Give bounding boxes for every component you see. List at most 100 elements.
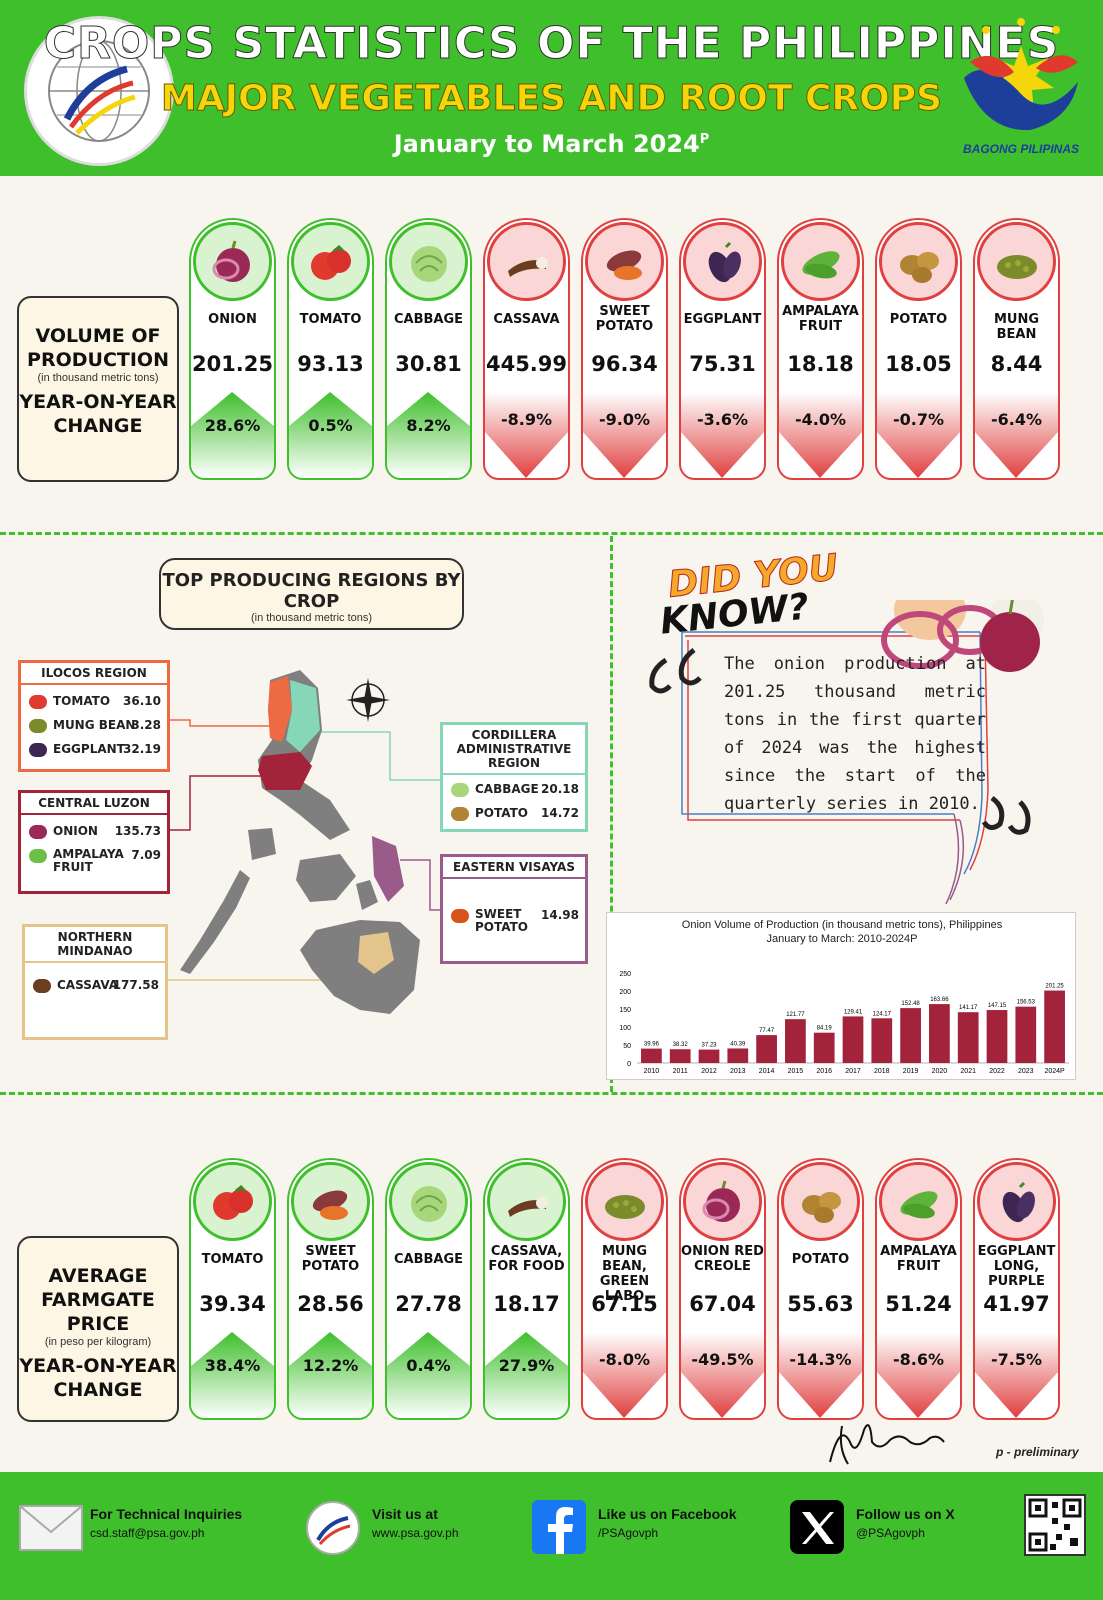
chart-bar xyxy=(986,1010,1008,1063)
section-divider-2 xyxy=(0,1092,1103,1095)
mail-icon[interactable] xyxy=(18,1500,84,1556)
crop-name: CABBAGE xyxy=(393,1252,464,1267)
footer-label: Visit us at xyxy=(372,1506,438,1522)
region-crop-name: AMPALAYA FRUIT xyxy=(53,847,124,874)
eggplant-icon-frame xyxy=(977,1162,1056,1241)
chart-bar xyxy=(871,1018,893,1063)
onion-icon xyxy=(702,1180,740,1222)
x-tick-label: 2023 xyxy=(1018,1068,1034,1075)
crop-name: CASSAVA xyxy=(493,312,560,327)
bar-value-label: 37.23 xyxy=(701,1043,717,1049)
bar-value-label: 121.77 xyxy=(786,1012,805,1018)
did-you-know-text: The onion production at 201.25 thousand … xyxy=(724,654,986,814)
crop-value: 8.44 xyxy=(990,352,1043,376)
crop-change: 0.5% xyxy=(308,416,353,435)
production-label: VOLUME OF PRODUCTION (in thousand metric… xyxy=(17,296,179,482)
regions-subtitle: (in thousand metric tons) xyxy=(250,612,373,624)
crop-value: 201.25 xyxy=(191,352,274,376)
region-crop-icon xyxy=(29,825,47,839)
crop-name: TOMATO xyxy=(299,312,362,327)
crop-name: ONION xyxy=(208,312,257,327)
region-crop-icon xyxy=(451,909,469,923)
tomato-icon xyxy=(213,1184,253,1220)
crop-name: EGGPLANT LONG, PURPLE xyxy=(977,1244,1056,1289)
mung-bean-icon xyxy=(997,255,1037,279)
production-card: ONION 201.25 28.6% xyxy=(189,218,276,480)
region-crop-row: EGGPLANT 32.19 xyxy=(21,741,167,759)
region-crop-value: 7.09 xyxy=(131,848,161,862)
up-arrow-icon xyxy=(289,1332,372,1418)
footer-contact-item[interactable]: For Technical Inquiries csd.staff@psa.go… xyxy=(18,1500,258,1564)
region-crop-icon xyxy=(29,719,47,733)
onion-chart: Onion Volume of Production (in thousand … xyxy=(606,912,1076,1080)
footer-link[interactable]: @PSAgovph xyxy=(856,1526,925,1540)
crop-name: AMPALAYA FRUIT xyxy=(782,304,859,334)
tomato-icon xyxy=(311,244,351,280)
production-card: POTATO 18.05 -0.7% xyxy=(875,218,962,480)
footer-link[interactable]: csd.staff@psa.gov.ph xyxy=(90,1526,204,1540)
crop-change: -6.4% xyxy=(990,410,1042,429)
ampalaya-icon xyxy=(900,1191,938,1219)
price-card: ONION RED CREOLE 67.04 -49.5% xyxy=(679,1158,766,1420)
region-crop-row: TOMATO 36.10 xyxy=(21,693,167,711)
price-card: AMPALAYA FRUIT 51.24 -8.6% xyxy=(875,1158,962,1420)
price-card: POTATO 55.63 -14.3% xyxy=(777,1158,864,1420)
region-name: EASTERN VISAYAS xyxy=(443,857,585,879)
production-change-label: YEAR-ON-YEAR CHANGE xyxy=(19,391,177,437)
y-tick-label: 250 xyxy=(619,971,631,978)
down-arrow-icon xyxy=(779,1332,862,1418)
sweet-potato-icon-frame xyxy=(291,1162,370,1241)
crop-value: 18.18 xyxy=(787,352,854,376)
region-crop-name: CABBAGE xyxy=(475,782,539,796)
production-card: TOMATO 93.13 0.5% xyxy=(287,218,374,480)
crop-change: -9.0% xyxy=(598,410,650,429)
eastern-visayas-shape xyxy=(372,836,404,902)
chart-bar xyxy=(641,1048,662,1063)
bar-value-label: 156.53 xyxy=(1017,1000,1036,1006)
cebu-shape xyxy=(356,880,378,910)
cabbage-icon-frame xyxy=(389,222,468,301)
facebook-icon[interactable] xyxy=(526,1500,592,1556)
crop-value: 75.31 xyxy=(689,352,756,376)
footer-link[interactable]: www.psa.gov.ph xyxy=(372,1526,459,1540)
section-divider xyxy=(0,532,1103,535)
crop-value: 27.78 xyxy=(395,1292,462,1316)
crop-change: -8.0% xyxy=(598,1350,650,1369)
chart-bar xyxy=(1015,1006,1037,1063)
region-crop-row: MUNG BEAN 3.28 xyxy=(21,717,167,735)
western-visayas-shape xyxy=(296,854,356,902)
footer-link[interactable]: /PSAgovph xyxy=(598,1526,658,1540)
footer-contact-item[interactable]: Like us on Facebook /PSAgovph xyxy=(526,1500,766,1564)
x-tick-label: 2015 xyxy=(788,1068,804,1075)
region-crop-row: POTATO 14.72 xyxy=(443,805,585,823)
ampalaya-icon-frame xyxy=(781,222,860,301)
regions-title: TOP PRODUCING REGIONS BY CROP xyxy=(162,570,461,612)
chart-bar xyxy=(813,1032,835,1063)
cassava-icon xyxy=(508,257,548,277)
region-crop-value: 3.28 xyxy=(131,718,161,732)
crop-change: -8.9% xyxy=(500,410,552,429)
crop-change: 38.4% xyxy=(204,1356,261,1375)
crop-change: 27.9% xyxy=(498,1356,555,1375)
bar-value-label: 40.39 xyxy=(730,1041,746,1047)
region-crop-value: 32.19 xyxy=(123,742,161,756)
crop-change: -49.5% xyxy=(691,1350,754,1369)
x-tick-label: 2016 xyxy=(816,1068,832,1075)
footer-contact-item[interactable]: Follow us on X @PSAgovph xyxy=(784,1500,1024,1564)
x-tick-label: 2010 xyxy=(644,1068,660,1075)
region-crop-row: SWEET POTATO 14.98 xyxy=(443,907,585,934)
psa-logo-icon[interactable] xyxy=(300,1500,366,1556)
y-tick-label: 100 xyxy=(619,1025,631,1032)
qr-code-icon[interactable] xyxy=(1024,1494,1086,1556)
region-crop-value: 20.18 xyxy=(541,782,579,796)
bar-value-label: 77.47 xyxy=(759,1028,775,1034)
footer-contact-item[interactable]: Visit us at www.psa.gov.ph xyxy=(300,1500,540,1564)
region-crop-value: 36.10 xyxy=(123,694,161,708)
x-tick-label: 2019 xyxy=(903,1068,919,1075)
bar-value-label: 39.96 xyxy=(644,1042,660,1048)
footer-label: For Technical Inquiries xyxy=(90,1506,243,1522)
price-label: AVERAGE FARMGATE PRICE (in peso per kilo… xyxy=(17,1236,179,1422)
x-icon[interactable] xyxy=(784,1500,850,1556)
crop-name: AMPALAYA FRUIT xyxy=(880,1244,957,1274)
region-crop-value: 135.73 xyxy=(114,824,161,838)
